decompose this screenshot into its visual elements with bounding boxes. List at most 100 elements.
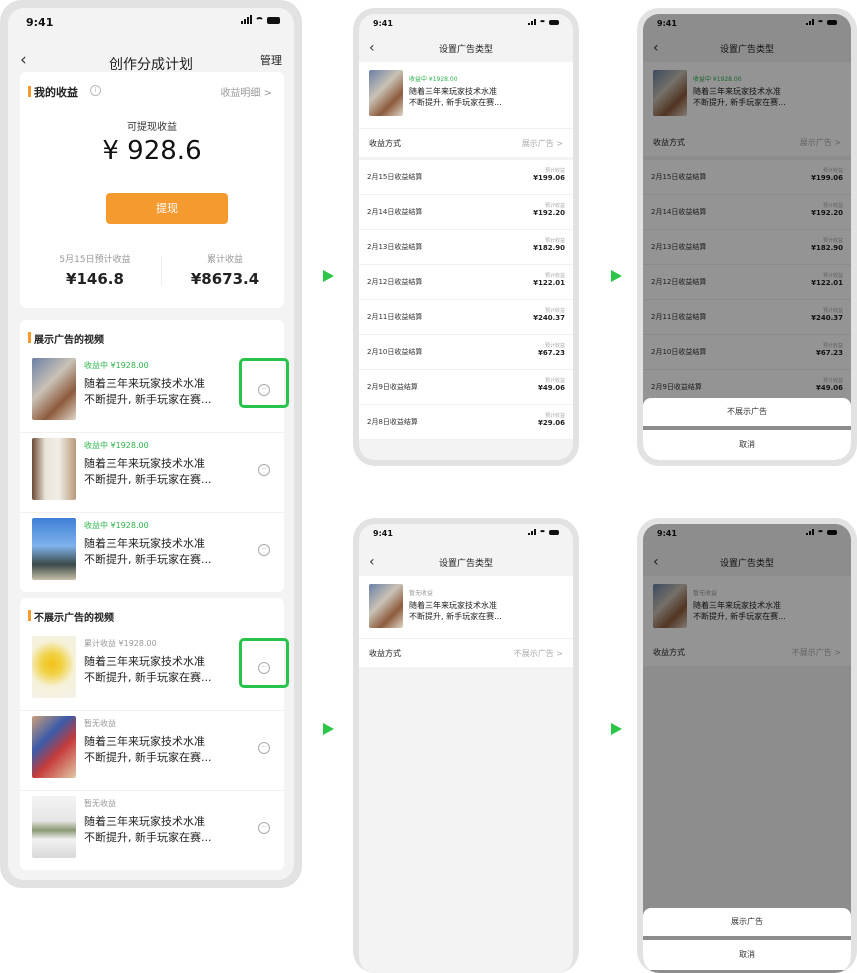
flow-arrow (323, 723, 334, 735)
more-icon[interactable]: ··· (258, 464, 270, 476)
settings-navbar: ‹ 设置广告类型 (359, 550, 573, 576)
total-value: ¥8673.4 (190, 270, 260, 288)
status-bar: 9:41 (359, 14, 573, 36)
settings-phone-frame: 9:41 ‹ 设置广告类型 收益中 ¥1928.00 随着三年来玩家技术水准 不… (353, 8, 579, 466)
settlement-row: 2月8日收益结算 预计收益 ¥29.06 (359, 405, 573, 440)
earnings-detail-link[interactable]: 收益明细 > (220, 84, 272, 99)
video-title-line1: 随着三年来玩家技术水准 (84, 377, 205, 390)
video-title-line2: 不断提升, 新手玩家在赛... (84, 831, 212, 844)
more-icon[interactable]: ··· (258, 544, 270, 556)
ad-section-title: 展示广告的视频 (34, 335, 104, 346)
video-thumbnail (32, 358, 76, 420)
page-title: 创作分成计划 (109, 57, 193, 73)
more-icon[interactable]: ··· (258, 742, 270, 754)
settlement-date: 2月11日收益结算 (367, 313, 423, 321)
list-item[interactable]: 暂无收益 随着三年来玩家技术水准 不断提升, 新手玩家在赛... ··· (20, 712, 284, 791)
main-navbar: ‹ 创作分成计划 管理 (8, 48, 294, 74)
battery-icon (267, 17, 280, 24)
video-thumbnail (369, 584, 403, 628)
video-thumbnail (32, 438, 76, 500)
signal-icon (528, 19, 536, 25)
video-title-line1: 随着三年来玩家技术水准 (84, 457, 205, 470)
video-summary: 收益中 ¥1928.00 随着三年来玩家技术水准 不断提升, 新手玩家在赛... (359, 62, 573, 128)
flow-arrow (611, 270, 622, 282)
status-icons (241, 15, 280, 24)
forecast-label: 预计收益 (544, 308, 565, 314)
video-title-line2: 不断提升, 新手玩家在赛... (409, 612, 502, 621)
modal-overlay[interactable] (643, 14, 851, 460)
more-icon[interactable]: ··· (258, 822, 270, 834)
modal-overlay[interactable] (643, 524, 851, 973)
settlement-amount: ¥49.06 (537, 384, 565, 392)
show-ads-option[interactable]: 展示广告 (643, 908, 851, 936)
video-thumbnail (369, 70, 403, 116)
total-label: 累计收益 (206, 255, 243, 265)
list-item[interactable]: 收益中 ¥1928.00 随着三年来玩家技术水准 不断提升, 新手玩家在赛...… (20, 514, 284, 592)
video-thumbnail (32, 518, 76, 580)
wifi-icon (255, 17, 264, 24)
settings-noad-phone-frame: 9:41 ‹ 设置广告类型 暂无收益 随着三年来玩家技术水准 不断提升, 新手玩… (353, 518, 579, 973)
settlement-date: 2月15日收益结算 (367, 173, 423, 181)
video-title-line1: 随着三年来玩家技术水准 (84, 815, 205, 828)
settlement-date: 2月9日收益结算 (367, 383, 418, 391)
video-title-line1: 随着三年来玩家技术水准 (409, 87, 497, 96)
main-phone-frame: 9:41 ‹ 创作分成计划 管理 我的收益 i 收益明细 > 可提现收益 ¥ 9… (0, 0, 302, 888)
video-status: 暂无收益 (84, 719, 116, 728)
video-thumbnail (32, 636, 76, 698)
income-method-row[interactable]: 收益方式 不展示广告 > (359, 638, 573, 667)
income-method-value: 不展示广告 > (513, 649, 563, 658)
status-icons (528, 19, 559, 25)
list-item[interactable]: 暂无收益 随着三年来玩家技术水准 不断提升, 新手玩家在赛... ··· (20, 792, 284, 870)
highlight-box-noad-more (239, 638, 289, 688)
video-status: 暂无收益 (84, 799, 116, 808)
settings-sheet-screen: 9:41 ‹ 设置广告类型 收益中 ¥1928.00 随着三年来玩家技术水准 不… (643, 14, 851, 460)
settlement-row: 2月14日收益结算 预计收益 ¥192.20 (359, 195, 573, 230)
main-screen: 9:41 ‹ 创作分成计划 管理 我的收益 i 收益明细 > 可提现收益 ¥ 9… (8, 8, 294, 880)
earnings-title-bar (28, 86, 31, 97)
noad-section-bar (28, 610, 31, 621)
withdrawable-value: ¥ 928.6 (102, 136, 202, 166)
settlement-row: 2月11日收益结算 预计收益 ¥240.37 (359, 300, 573, 335)
flow-arrow (611, 723, 622, 735)
signal-icon (241, 15, 252, 24)
signal-icon (528, 529, 536, 535)
settings-screen: 9:41 ‹ 设置广告类型 收益中 ¥1928.00 随着三年来玩家技术水准 不… (359, 14, 573, 460)
cancel-button[interactable]: 取消 (643, 940, 851, 970)
income-method-label: 收益方式 (369, 649, 401, 658)
status-icons (528, 529, 559, 535)
settings-noad-sheet-screen: 9:41 ‹ 设置广告类型 暂无收益 随着三年来玩家技术水准 不断提升, 新手玩… (643, 524, 851, 973)
status-bar: 9:41 (359, 524, 573, 546)
hide-ads-option[interactable]: 不展示广告 (643, 398, 851, 426)
forecast-label: 预计收益 (544, 273, 565, 279)
settlement-date: 2月10日收益结算 (367, 348, 423, 356)
list-item[interactable]: 收益中 ¥1928.00 随着三年来玩家技术水准 不断提升, 新手玩家在赛...… (20, 434, 284, 513)
settings-title: 设置广告类型 (438, 559, 493, 569)
wifi-icon (539, 530, 546, 535)
earnings-divider (161, 256, 162, 286)
battery-icon (549, 20, 559, 25)
info-icon[interactable]: i (90, 85, 101, 96)
video-title-line2: 不断提升, 新手玩家在赛... (84, 671, 212, 684)
settlement-amount: ¥240.37 (533, 314, 565, 322)
withdraw-button[interactable]: 提现 (106, 193, 228, 224)
video-status: 收益中 ¥1928.00 (409, 76, 458, 83)
income-method-row[interactable]: 收益方式 展示广告 > (359, 128, 573, 157)
earnings-card: 我的收益 i 收益明细 > 可提现收益 ¥ 928.6 提现 5月15日预计收益… (20, 72, 284, 308)
income-method-label: 收益方式 (369, 139, 401, 148)
settings-title: 设置广告类型 (438, 45, 493, 55)
settlement-amount: ¥122.01 (533, 279, 565, 287)
flow-arrow (323, 270, 334, 282)
ad-section-bar (28, 332, 31, 343)
video-title-line2: 不断提升, 新手玩家在赛... (84, 473, 212, 486)
video-status: 累计收益 ¥1928.00 (84, 639, 157, 648)
manage-button[interactable]: 管理 (260, 52, 282, 68)
forecast-label: 预计收益 (544, 343, 565, 349)
forecast-label: 预计收益 (544, 168, 565, 174)
cancel-button[interactable]: 取消 (643, 430, 851, 460)
settlement-row: 2月13日收益结算 预计收益 ¥182.90 (359, 230, 573, 265)
settings-noad-sheet-phone-frame: 9:41 ‹ 设置广告类型 暂无收益 随着三年来玩家技术水准 不断提升, 新手玩… (637, 518, 857, 973)
settlement-amount: ¥29.06 (537, 419, 565, 427)
status-time: 9:41 (373, 529, 393, 538)
video-status: 收益中 ¥1928.00 (84, 521, 149, 530)
settlement-row: 2月9日收益结算 预计收益 ¥49.06 (359, 370, 573, 405)
